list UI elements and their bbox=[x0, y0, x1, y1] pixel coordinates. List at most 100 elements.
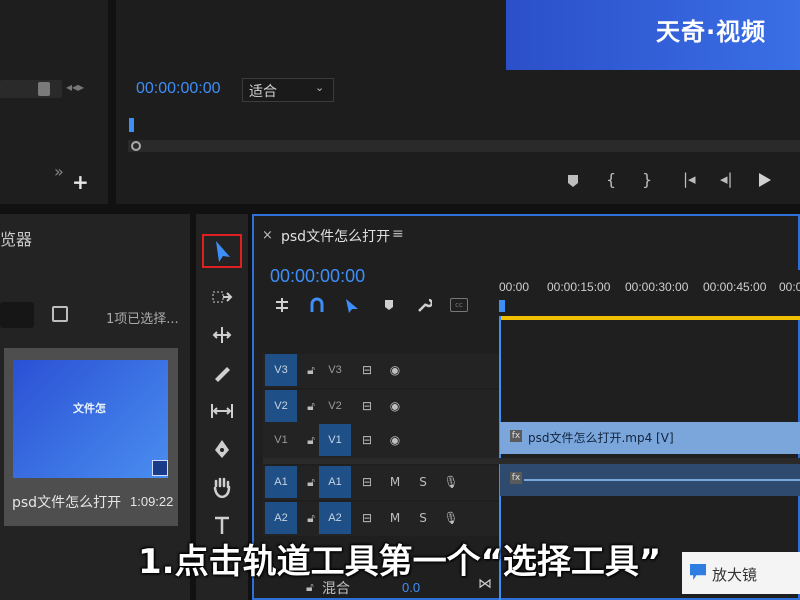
audio-waveform-line bbox=[524, 479, 800, 481]
playhead-marker[interactable] bbox=[129, 118, 134, 132]
subtitle-caption: 1.点击轨道工具第一个“选择工具” bbox=[138, 542, 662, 582]
ruler-label: 00:00:30:00 bbox=[625, 280, 689, 294]
hand-icon bbox=[213, 477, 231, 498]
razor-tool[interactable] bbox=[202, 356, 242, 390]
source-patch-a2[interactable]: A2 bbox=[265, 502, 297, 534]
source-patch-v2[interactable]: V2 bbox=[265, 390, 297, 422]
sync-lock-icon[interactable]: ⊟ bbox=[357, 424, 377, 456]
sequence-tab[interactable]: psd文件怎么打开 bbox=[281, 226, 390, 246]
clip-name: psd文件怎么打开 bbox=[12, 495, 122, 511]
left-top-slider[interactable] bbox=[0, 80, 62, 98]
target-v2[interactable]: V2 bbox=[319, 390, 351, 422]
project-panel-title: 览器 bbox=[0, 230, 33, 249]
track-a1[interactable]: A1 🔓︎ A1 ⊟ M S 🎙︎ bbox=[263, 466, 499, 500]
razor-icon bbox=[215, 367, 230, 382]
timeline-header-gap bbox=[263, 320, 499, 350]
microphone-icon[interactable]: 🎙︎ bbox=[441, 502, 461, 534]
track-a2[interactable]: A2 🔓︎ A2 ⊟ M S 🎙︎ bbox=[263, 502, 499, 536]
eye-icon[interactable]: ◉ bbox=[385, 390, 405, 422]
magnifier-badge[interactable]: 放大镜 bbox=[682, 552, 800, 594]
lock-icon[interactable]: 🔓︎ bbox=[301, 354, 321, 386]
lock-icon[interactable]: 🔓︎ bbox=[301, 424, 321, 456]
audio-clip[interactable]: fx bbox=[500, 464, 800, 496]
eye-icon[interactable]: ◉ bbox=[385, 354, 405, 386]
go-to-in-icon[interactable]: |◂ bbox=[683, 170, 696, 188]
more-icon[interactable]: » bbox=[54, 162, 64, 181]
timeline-menu-icon[interactable]: ≡ bbox=[392, 226, 404, 242]
snap-magnet-icon[interactable] bbox=[309, 297, 325, 313]
time-ruler[interactable]: 00:00 00:00:15:00 00:00:30:00 00:00:45:0… bbox=[499, 270, 800, 316]
track-v2[interactable]: V2 🔓︎ V2 ⊟ ◉ bbox=[263, 390, 499, 424]
project-search-input[interactable] bbox=[0, 302, 34, 328]
track-v1[interactable]: V1 🔓︎ V1 ⊟ ◉ bbox=[263, 424, 499, 458]
hand-tool[interactable] bbox=[202, 470, 242, 504]
slider-handle-icon[interactable] bbox=[38, 82, 50, 96]
clip-thumbnail: 文件怎 bbox=[13, 360, 168, 478]
source-patch-v1[interactable]: V1 bbox=[265, 424, 297, 456]
program-scrubber[interactable] bbox=[128, 140, 800, 152]
sync-lock-icon[interactable]: ⊟ bbox=[357, 390, 377, 422]
track-select-icon bbox=[212, 291, 233, 303]
eye-icon[interactable]: ◉ bbox=[385, 424, 405, 456]
track-v3[interactable]: V3 🔓︎ V3 ⊟ ◉ bbox=[263, 354, 499, 388]
lock-icon[interactable]: 🔓︎ bbox=[301, 466, 321, 498]
selection-tool[interactable] bbox=[202, 234, 242, 268]
play-icon[interactable] bbox=[758, 172, 772, 188]
work-area-bar[interactable] bbox=[499, 316, 800, 320]
clip-tile[interactable]: 文件怎 psd文件怎么打开 1:09:22 bbox=[4, 348, 178, 526]
wrench-icon[interactable] bbox=[416, 297, 432, 313]
target-v1[interactable]: V1 bbox=[319, 424, 351, 456]
source-patch-v3[interactable]: V3 bbox=[265, 354, 297, 386]
solo-button[interactable]: S bbox=[413, 466, 433, 498]
sequence-badge-icon bbox=[152, 460, 168, 476]
mark-in-icon[interactable]: { bbox=[606, 170, 616, 189]
mark-out-icon[interactable]: } bbox=[642, 170, 652, 189]
linked-selection-icon[interactable] bbox=[344, 297, 360, 313]
program-video-frame: 天奇·视频 bbox=[506, 0, 800, 70]
captions-icon[interactable]: cc bbox=[450, 298, 468, 312]
sync-lock-icon[interactable]: ⊟ bbox=[357, 466, 377, 498]
ruler-label: 00:00:45:00 bbox=[703, 280, 767, 294]
pen-icon bbox=[215, 440, 229, 458]
program-timecode[interactable]: 00:00:00:00 bbox=[136, 80, 221, 98]
fit-select[interactable]: 适合 ⌄ bbox=[242, 78, 334, 102]
clip-duration: 1:09:22 bbox=[130, 494, 174, 509]
playhead-head[interactable] bbox=[499, 300, 505, 312]
arrow-icon bbox=[216, 241, 230, 262]
audio-fx-badge: fx bbox=[510, 472, 522, 484]
ripple-edit-tool[interactable] bbox=[202, 318, 242, 352]
sync-lock-icon[interactable]: ⊟ bbox=[357, 354, 377, 386]
target-a2[interactable]: A2 bbox=[319, 502, 351, 534]
add-button[interactable]: + bbox=[72, 170, 89, 194]
marker-icon[interactable] bbox=[567, 174, 579, 188]
mute-button[interactable]: M bbox=[385, 466, 405, 498]
video-clip[interactable]: fx psd文件怎么打开.mp4 [V] bbox=[500, 422, 800, 454]
track-select-tool[interactable] bbox=[202, 280, 242, 314]
timeline-close-button[interactable]: × bbox=[262, 228, 273, 243]
magnifier-label: 放大镜 bbox=[712, 566, 758, 584]
clip-thumbnail-text: 文件怎 bbox=[73, 402, 106, 415]
left-top-panel: ◂◂▸ » + bbox=[0, 0, 108, 204]
target-a1[interactable]: A1 bbox=[319, 466, 351, 498]
sync-lock-icon[interactable]: ⊟ bbox=[357, 502, 377, 534]
fx-badge: fx bbox=[510, 430, 522, 442]
microphone-icon[interactable]: 🎙︎ bbox=[441, 466, 461, 498]
solo-button[interactable]: S bbox=[413, 502, 433, 534]
audio-wave-icon: ◂◂▸ bbox=[66, 80, 85, 94]
magnifier-icon bbox=[690, 564, 706, 580]
step-back-icon[interactable]: ◂| bbox=[720, 170, 733, 188]
type-icon bbox=[215, 516, 229, 534]
source-patch-a1[interactable]: A1 bbox=[265, 466, 297, 498]
pen-tool[interactable] bbox=[202, 432, 242, 466]
timeline-timecode[interactable]: 00:00:00:00 bbox=[270, 266, 365, 287]
mute-button[interactable]: M bbox=[385, 502, 405, 534]
nest-icon[interactable] bbox=[274, 297, 290, 313]
lock-icon[interactable]: 🔓︎ bbox=[301, 390, 321, 422]
slip-tool[interactable] bbox=[202, 394, 242, 428]
ripple-edit-icon bbox=[212, 327, 232, 343]
add-marker-icon[interactable] bbox=[384, 299, 394, 311]
target-v3[interactable]: V3 bbox=[319, 354, 351, 386]
lock-icon[interactable]: 🔓︎ bbox=[301, 502, 321, 534]
new-bin-icon[interactable] bbox=[52, 306, 68, 322]
slip-icon bbox=[211, 404, 233, 418]
